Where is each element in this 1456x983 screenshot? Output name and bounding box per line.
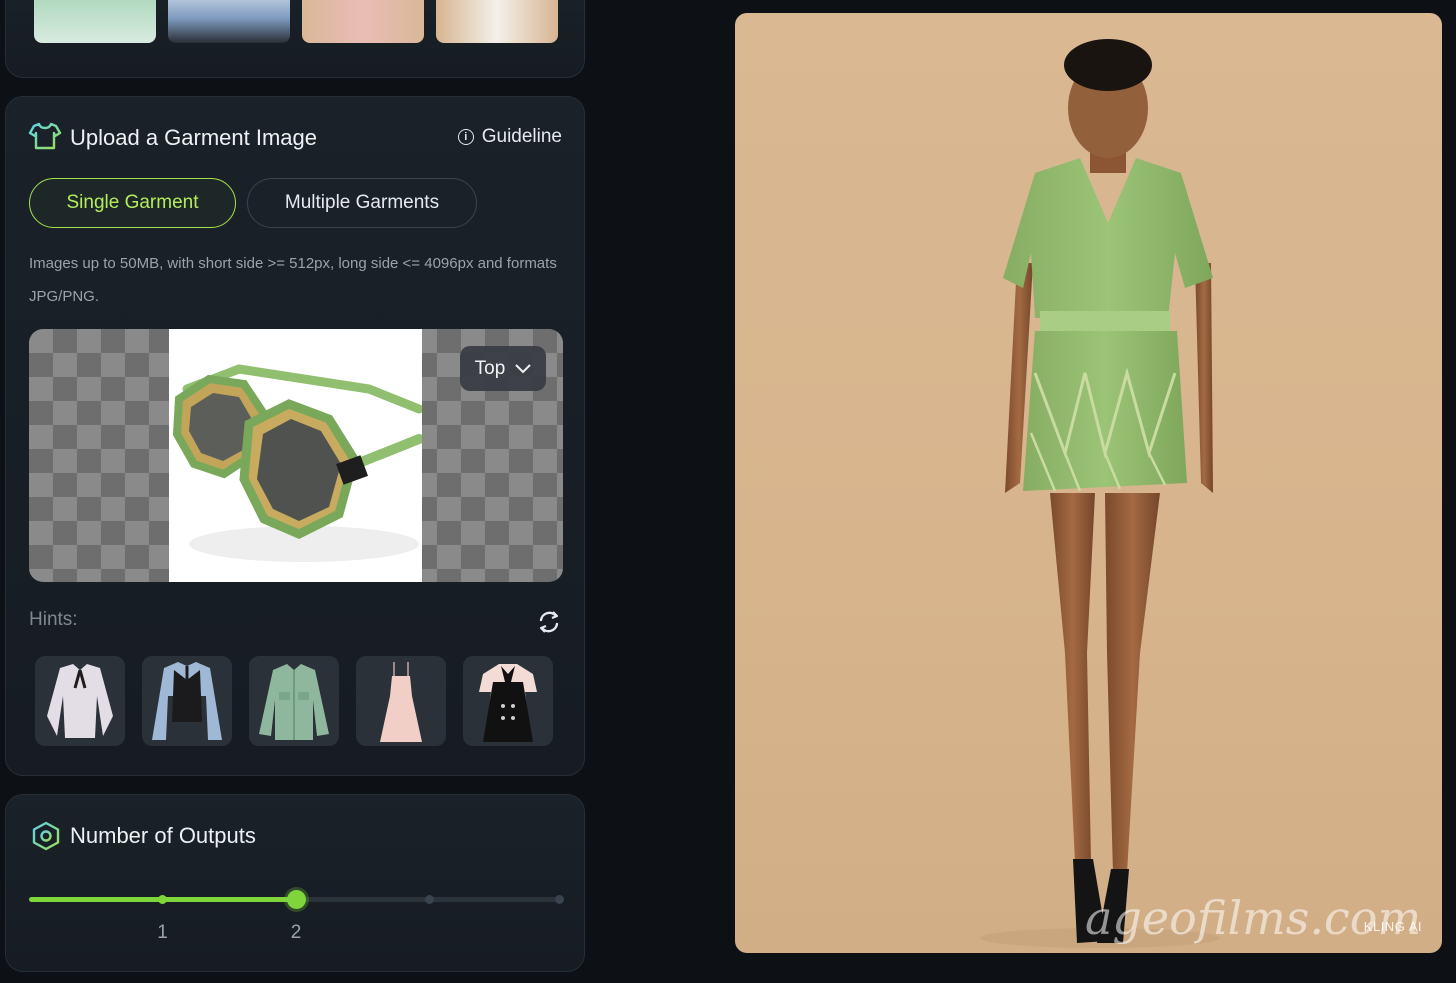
slider-tick[interactable] <box>425 895 434 904</box>
tshirt-icon <box>28 122 62 150</box>
guideline-label: Guideline <box>481 126 562 147</box>
garment-type-dropdown[interactable]: Top <box>460 346 546 391</box>
refresh-icon[interactable] <box>536 609 562 635</box>
example-model-thumb-2[interactable] <box>168 0 290 43</box>
number-of-outputs-panel: Number of Outputs 1 2 <box>5 794 585 972</box>
sunglasses-icon <box>172 364 424 562</box>
slider-tick-label: 2 <box>290 922 302 943</box>
garment-preview[interactable]: Top <box>29 329 563 582</box>
hint-white-blouse[interactable] <box>35 656 125 746</box>
hint-vest-shirt[interactable] <box>142 656 232 746</box>
single-garment-button[interactable]: Single Garment <box>29 178 236 228</box>
example-model-thumb-1[interactable] <box>34 0 156 43</box>
model-figure <box>980 39 1220 948</box>
guideline-link[interactable]: i Guideline <box>457 126 562 148</box>
multiple-garments-button[interactable]: Multiple Garments <box>247 178 477 228</box>
hints-label: Hints: <box>29 609 78 630</box>
upload-title: Upload a Garment Image <box>70 125 318 150</box>
upload-requirements-note: Images up to 50MB, with short side >= 51… <box>29 255 557 305</box>
model-examples-panel <box>5 0 585 78</box>
watermark-text: ageofilms.com <box>1085 891 1422 945</box>
result-image[interactable]: ageofilms.com KLING AI <box>735 13 1442 953</box>
denim-jacket-icon <box>259 664 329 740</box>
info-icon: i <box>457 129 474 145</box>
chevron-down-icon <box>515 363 532 373</box>
slider-tick[interactable] <box>554 895 564 904</box>
upload-garment-panel: Upload a Garment Image i Guideline Singl… <box>5 96 585 776</box>
garment-type-value: Top <box>474 357 506 379</box>
garment-image <box>169 329 424 582</box>
slider-tick-label: 1 <box>157 922 168 943</box>
outputs-slider[interactable] <box>29 890 564 909</box>
white-blouse-icon <box>47 664 113 738</box>
example-model-thumb-3[interactable] <box>302 0 424 43</box>
pink-slip-dress-icon <box>380 662 422 742</box>
vest-shirt-icon <box>152 662 222 740</box>
hint-black-pinafore-dress[interactable] <box>463 656 553 746</box>
hexagon-settings-icon <box>32 821 60 851</box>
slider-thumb[interactable] <box>286 890 306 909</box>
hint-denim-jacket[interactable] <box>249 656 339 746</box>
slider-tick[interactable] <box>158 895 167 904</box>
kling-ai-badge: KLING AI <box>1363 919 1422 934</box>
hint-pink-slip-dress[interactable] <box>356 656 446 746</box>
example-model-thumb-4[interactable] <box>436 0 558 43</box>
outputs-title: Number of Outputs <box>70 823 256 848</box>
black-pinafore-dress-icon <box>479 664 537 742</box>
